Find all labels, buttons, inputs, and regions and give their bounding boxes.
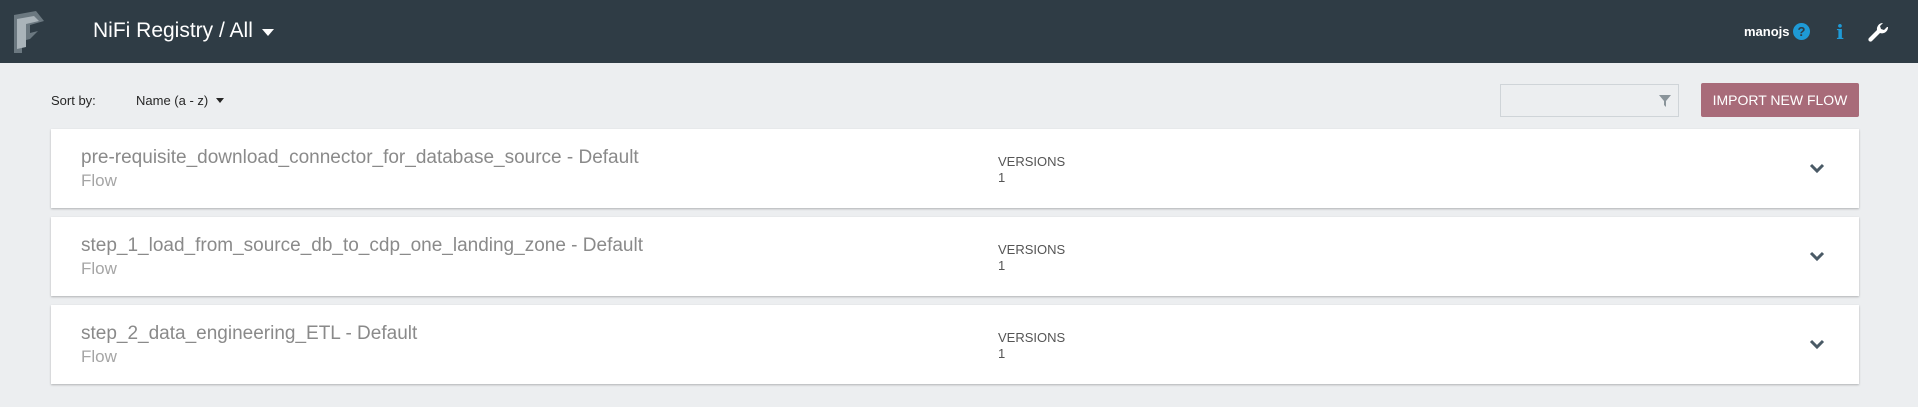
flow-type: Flow bbox=[81, 171, 117, 190]
flow-type: Flow bbox=[81, 347, 117, 366]
import-new-flow-button[interactable]: IMPORT NEW FLOW bbox=[1701, 83, 1859, 117]
versions-label: VERSIONS bbox=[998, 242, 1066, 257]
versions-label: VERSIONS bbox=[998, 154, 1066, 169]
flow-card[interactable]: step_1_load_from_source_db_to_cdp_one_la… bbox=[51, 217, 1859, 296]
versions-label: VERSIONS bbox=[998, 330, 1066, 345]
sort-label: Sort by: bbox=[51, 93, 96, 108]
sort-value: Name (a - z) bbox=[136, 93, 209, 108]
filter-input[interactable] bbox=[1507, 91, 1651, 113]
top-bar: NiFi Registry / All manojs ? i bbox=[0, 0, 1918, 63]
chevron-down-icon[interactable] bbox=[1807, 158, 1827, 178]
chevron-down-icon[interactable] bbox=[1807, 246, 1827, 266]
wrench-icon[interactable] bbox=[1868, 22, 1890, 44]
help-icon[interactable]: ? bbox=[1793, 23, 1810, 40]
filter-box[interactable] bbox=[1500, 84, 1679, 117]
flow-name: pre-requisite_download_connector_for_dat… bbox=[81, 147, 639, 168]
flow-card[interactable]: step_2_data_engineering_ETL - Default Fl… bbox=[51, 305, 1859, 384]
info-icon[interactable]: i bbox=[1834, 21, 1846, 43]
versions-count: 1 bbox=[998, 170, 1006, 185]
flow-name: step_2_data_engineering_ETL - Default bbox=[81, 323, 418, 344]
page-title: NiFi Registry / All bbox=[93, 19, 253, 42]
caret-down-icon bbox=[216, 98, 225, 103]
breadcrumb-bucket-selector[interactable]: NiFi Registry / All bbox=[93, 19, 274, 43]
versions-count: 1 bbox=[998, 258, 1006, 273]
chevron-down-icon[interactable] bbox=[1807, 334, 1827, 354]
versions-count: 1 bbox=[998, 346, 1006, 361]
flow-type: Flow bbox=[81, 259, 117, 278]
filter-icon[interactable] bbox=[1659, 95, 1671, 107]
current-user[interactable]: manojs bbox=[1744, 24, 1790, 39]
nifi-registry-logo-icon[interactable] bbox=[8, 9, 48, 55]
caret-down-icon bbox=[261, 28, 274, 36]
flow-name: step_1_load_from_source_db_to_cdp_one_la… bbox=[81, 235, 643, 256]
flow-card[interactable]: pre-requisite_download_connector_for_dat… bbox=[51, 129, 1859, 208]
sort-dropdown[interactable]: Name (a - z) bbox=[136, 93, 225, 108]
